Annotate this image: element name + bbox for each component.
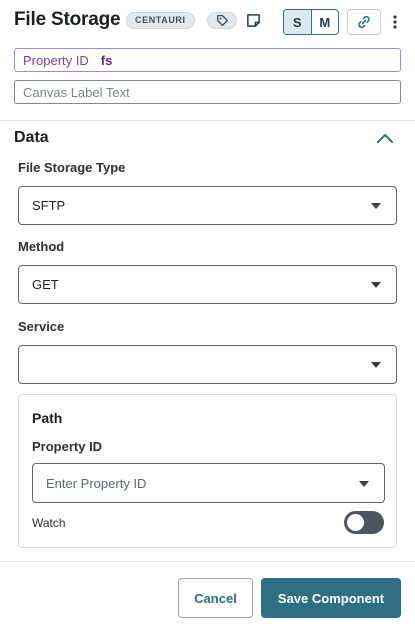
size-toggle-group: S M bbox=[283, 9, 339, 35]
sticky-note-icon bbox=[246, 13, 260, 27]
method-select[interactable]: GET bbox=[18, 265, 397, 304]
file-storage-type-label: File Storage Type bbox=[18, 160, 126, 175]
path-property-id-select[interactable]: Enter Property ID bbox=[32, 463, 385, 503]
more-options-button[interactable] bbox=[388, 12, 402, 32]
component-title: File Storage bbox=[14, 9, 121, 30]
cancel-button[interactable]: Cancel bbox=[178, 578, 253, 618]
centauri-badge: CENTAURI bbox=[126, 12, 195, 29]
path-panel: Path Property ID Enter Property ID Watch bbox=[18, 394, 397, 548]
property-id-label: Property ID bbox=[23, 52, 89, 68]
service-select[interactable] bbox=[18, 345, 397, 384]
link-icon bbox=[358, 15, 370, 29]
service-label: Service bbox=[18, 319, 65, 334]
path-title: Path bbox=[32, 410, 63, 426]
path-property-id-placeholder: Enter Property ID bbox=[46, 475, 147, 491]
file-storage-type-select[interactable]: SFTP bbox=[18, 186, 397, 225]
property-id-value: fs bbox=[100, 52, 113, 68]
watch-toggle[interactable] bbox=[344, 511, 384, 534]
path-property-id-label: Property ID bbox=[32, 439, 103, 454]
dropdown-caret-icon bbox=[371, 282, 381, 288]
canvas-label-placeholder: Canvas Label Text bbox=[23, 84, 130, 100]
method-value: GET bbox=[32, 277, 59, 292]
kebab-menu-icon bbox=[393, 15, 397, 29]
tag-button[interactable] bbox=[207, 12, 237, 29]
section-divider bbox=[0, 120, 415, 121]
dropdown-caret-icon bbox=[371, 203, 381, 209]
save-component-button[interactable]: Save Component bbox=[261, 578, 401, 618]
file-storage-type-value: SFTP bbox=[32, 198, 66, 213]
watch-label: Watch bbox=[32, 516, 66, 530]
sticky-note-button[interactable] bbox=[244, 11, 262, 29]
toggle-knob bbox=[347, 514, 364, 531]
method-label: Method bbox=[18, 239, 65, 254]
chevron-up-icon[interactable] bbox=[376, 131, 394, 145]
dropdown-caret-icon bbox=[371, 362, 381, 368]
property-id-field[interactable]: Property ID fs bbox=[14, 48, 401, 72]
size-s-button[interactable]: S bbox=[284, 10, 312, 34]
size-m-button[interactable]: M bbox=[312, 10, 339, 34]
data-section-title: Data bbox=[14, 129, 49, 146]
tag-icon bbox=[216, 14, 228, 27]
component-header: File Storage CENTAURI S M bbox=[14, 8, 401, 36]
dropdown-caret-icon bbox=[359, 481, 369, 487]
link-button[interactable] bbox=[347, 9, 381, 35]
canvas-label-input[interactable]: Canvas Label Text bbox=[14, 80, 401, 104]
footer-divider bbox=[0, 561, 415, 562]
